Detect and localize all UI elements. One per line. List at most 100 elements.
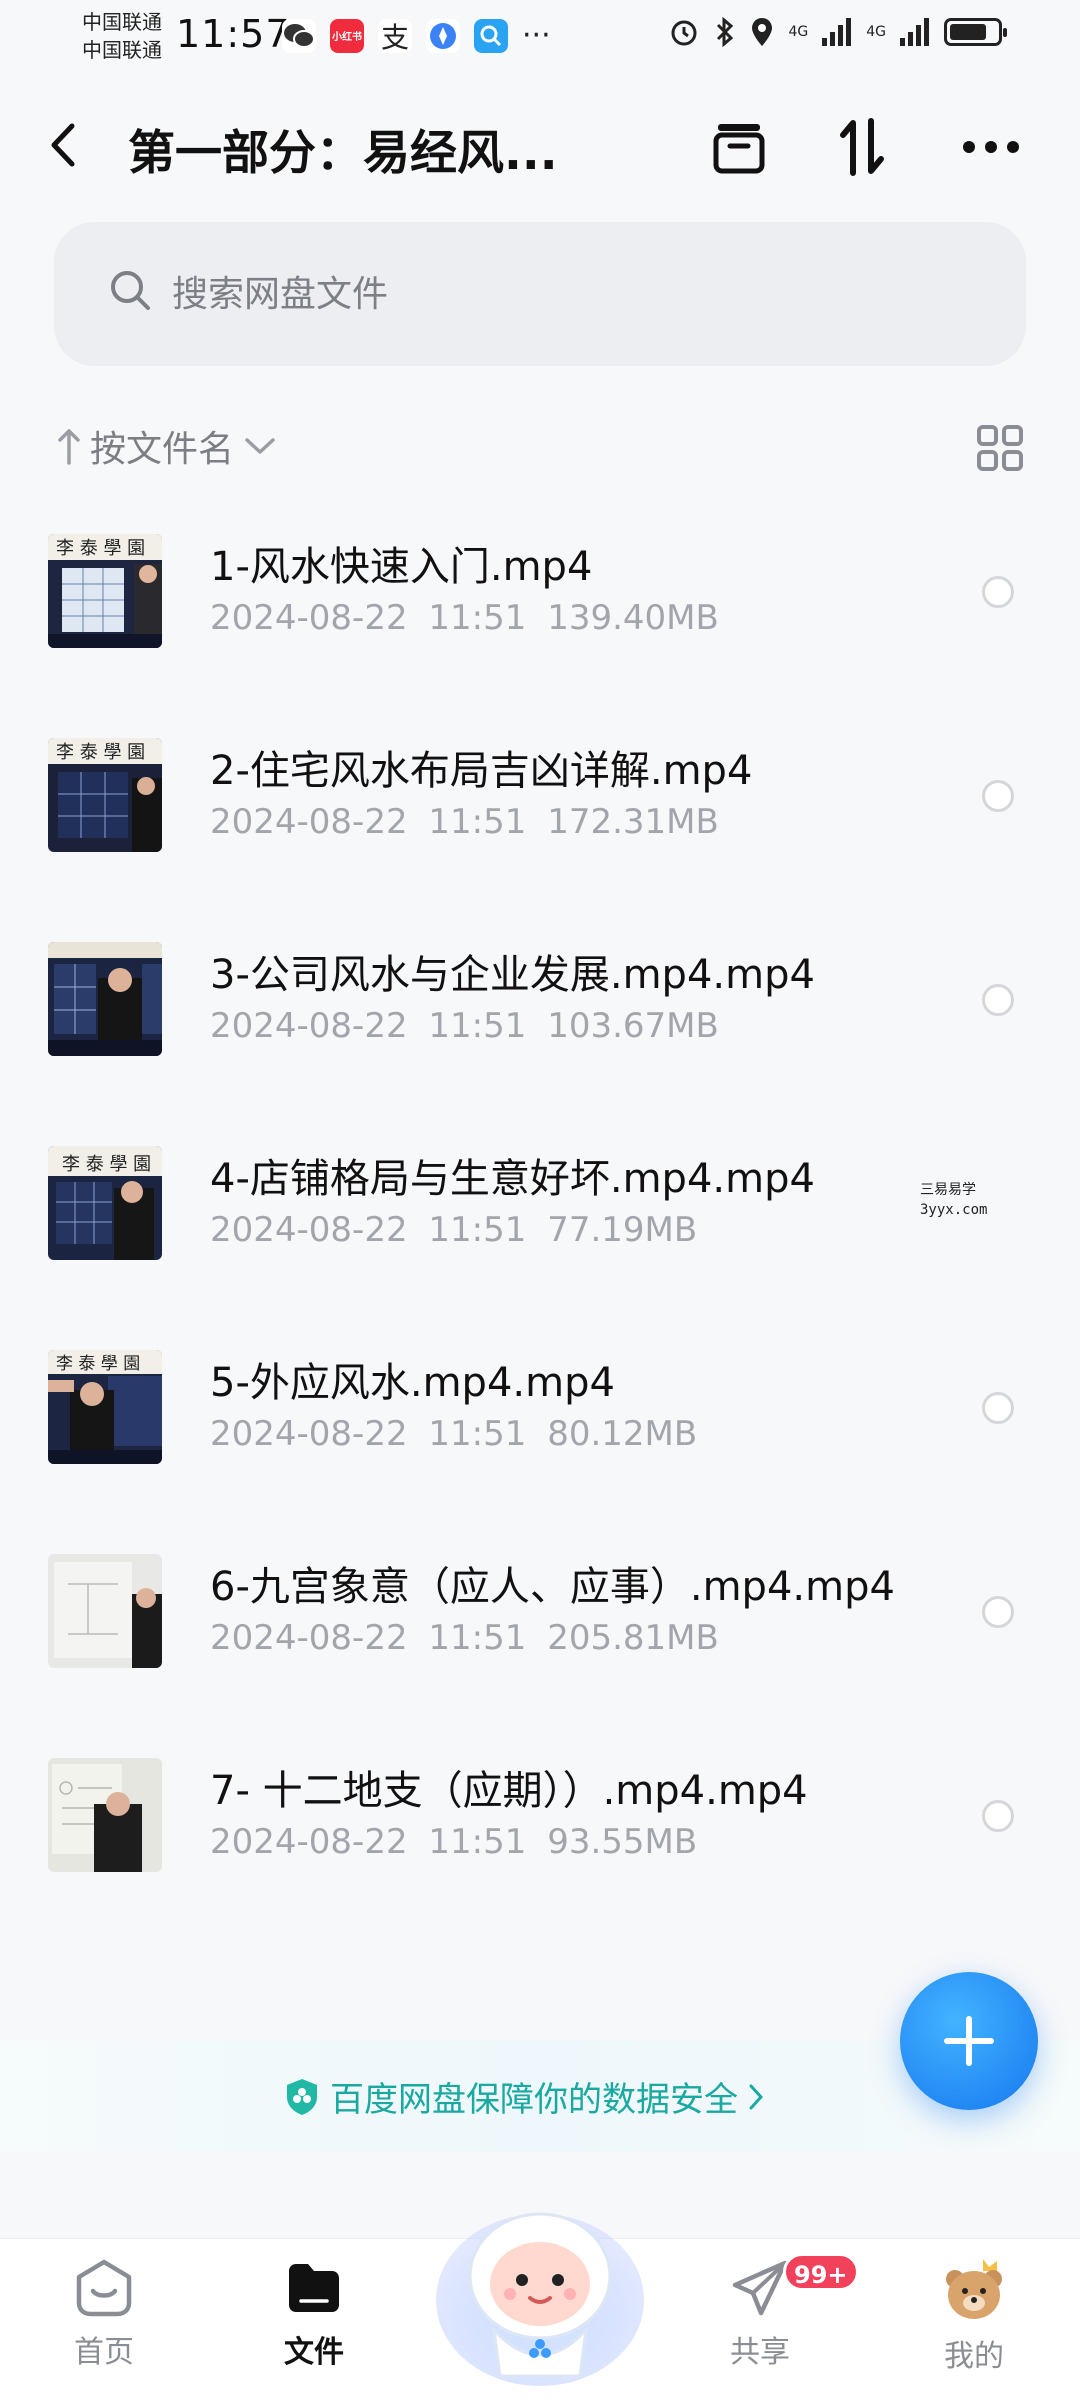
share-icon-wrap: 99+ xyxy=(729,2253,859,2319)
file-date: 2024-08-22 xyxy=(210,1618,408,1658)
system-icons: 4G 4G xyxy=(668,16,1007,48)
file-meta: 2024-08-22 11:51 77.19MB xyxy=(210,1210,697,1250)
file-date: 2024-08-22 xyxy=(210,1822,408,1862)
file-row[interactable]: 6-九宫象意（应人、应事）.mp4.mp4 2024-08-22 11:51 2… xyxy=(0,1510,1080,1714)
file-name: 3-公司风水与企业发展.mp4.mp4 xyxy=(210,952,815,998)
file-name: 2-住宅风水布局吉凶详解.mp4 xyxy=(210,748,753,794)
shield-icon xyxy=(287,2078,317,2115)
file-size: 77.19MB xyxy=(547,1210,698,1250)
file-name: 7- 十二地支（应期））.mp4.mp4 xyxy=(210,1768,808,1814)
select-radio[interactable] xyxy=(982,576,1014,608)
compass-icon xyxy=(426,18,460,53)
svg-text:李 泰 學 園: 李 泰 學 園 xyxy=(56,538,145,559)
file-size: 93.55MB xyxy=(547,1822,698,1862)
file-date: 2024-08-22 xyxy=(210,1414,408,1454)
file-meta: 2024-08-22 11:51 93.55MB xyxy=(210,1822,697,1862)
chevron-down-icon xyxy=(245,438,275,454)
file-size: 172.31MB xyxy=(547,802,719,842)
carrier-names: 中国联通 中国联通 xyxy=(82,8,162,64)
search-bar[interactable] xyxy=(54,222,1026,366)
status-bar: 中国联通 中国联通 11:57 小红书 支 ··· 4G 4G xyxy=(0,0,1080,74)
nav-share[interactable]: 99+ 共享 xyxy=(700,2253,859,2387)
file-name: 4-店铺格局与生意好坏.mp4.mp4 xyxy=(210,1156,815,1202)
file-size: 103.67MB xyxy=(547,1006,719,1046)
sort-label: 按文件名 xyxy=(90,429,235,470)
battery-icon xyxy=(944,18,1007,46)
more-button[interactable] xyxy=(956,112,1026,182)
select-radio[interactable] xyxy=(982,780,1014,812)
select-radio[interactable] xyxy=(982,1596,1014,1628)
folder-icon xyxy=(289,2264,339,2312)
svg-text:李 泰 學 園: 李 泰 學 園 xyxy=(62,1154,151,1175)
more-notifications-icon: ··· xyxy=(522,18,551,53)
file-date: 2024-08-22 xyxy=(210,598,408,638)
file-row[interactable]: 7- 十二地支（应期））.mp4.mp4 2024-08-22 11:51 93… xyxy=(0,1714,1080,1918)
chevron-left-icon xyxy=(51,123,75,167)
top-bar: 第一部分：易经风... xyxy=(0,100,1080,195)
video-thumbnail xyxy=(48,1554,162,1668)
search-app-icon xyxy=(474,18,508,53)
status-time: 11:57 xyxy=(176,12,291,56)
file-time: 11:51 xyxy=(428,598,527,638)
signal-icon xyxy=(900,18,929,46)
file-size: 139.40MB xyxy=(547,598,719,638)
file-meta: 2024-08-22 11:51 80.12MB xyxy=(210,1414,697,1454)
signal-icon xyxy=(822,18,852,46)
video-thumbnail: 李 泰 學 園 xyxy=(48,1146,162,1260)
file-row[interactable]: 李 泰 學 園 4-店铺格局与生意好坏.mp4.mp4 2024-08-22 1… xyxy=(0,1102,1080,1306)
mascot-icon xyxy=(436,2212,644,2386)
search-icon xyxy=(111,271,150,310)
xiaohongshu-icon: 小红书 xyxy=(330,18,364,53)
file-date: 2024-08-22 xyxy=(210,1006,408,1046)
file-time: 11:51 xyxy=(428,1618,527,1658)
file-date: 2024-08-22 xyxy=(210,1210,408,1250)
video-thumbnail xyxy=(48,942,162,1056)
box-icon xyxy=(713,124,765,174)
select-radio[interactable] xyxy=(982,1800,1014,1832)
file-row[interactable]: 李 泰 學 園 2-住宅风水布局吉凶详解.mp4 2024-08-22 11:5… xyxy=(0,694,1080,898)
ai-assistant-button[interactable] xyxy=(430,2180,650,2390)
file-size: 205.81MB xyxy=(547,1618,719,1658)
arrow-up-icon xyxy=(58,429,80,465)
paper-plane-icon xyxy=(732,2260,788,2316)
svg-text:李 泰 學 園: 李 泰 學 園 xyxy=(56,1354,140,1374)
select-radio[interactable] xyxy=(982,984,1014,1016)
wechat-icon xyxy=(282,18,316,53)
video-thumbnail: 李 泰 學 園 xyxy=(48,738,162,852)
transfer-list-button[interactable] xyxy=(704,112,774,182)
select-radio[interactable] xyxy=(982,1392,1014,1424)
file-size: 80.12MB xyxy=(547,1414,698,1454)
sort-selector[interactable]: 按文件名 xyxy=(58,420,276,472)
bear-avatar-icon xyxy=(946,2259,1002,2319)
file-meta: 2024-08-22 11:51 103.67MB xyxy=(210,1006,719,1046)
nav-mine[interactable]: 我的 xyxy=(914,2257,1034,2387)
file-name: 1-风水快速入门.mp4 xyxy=(210,544,593,590)
file-name: 5-外应风水.mp4.mp4 xyxy=(210,1360,615,1406)
file-row[interactable]: 李 泰 學 園 5-外应风水.mp4.mp4 2024-08-22 11:51 … xyxy=(0,1306,1080,1510)
nav-files[interactable]: 文件 xyxy=(254,2257,374,2387)
home-icon xyxy=(76,2259,132,2317)
bluetooth-icon xyxy=(717,16,734,48)
video-thumbnail: 李 泰 學 園 xyxy=(48,534,162,648)
file-time: 11:51 xyxy=(428,1414,527,1454)
network-type-2: 4G xyxy=(866,24,886,40)
file-meta: 2024-08-22 11:51 205.81MB xyxy=(210,1618,719,1658)
grid-view-button[interactable] xyxy=(976,424,1026,474)
add-button[interactable] xyxy=(900,1972,1038,2110)
file-meta: 2024-08-22 11:51 139.40MB xyxy=(210,598,719,638)
video-thumbnail xyxy=(48,1758,162,1872)
file-row[interactable]: 3-公司风水与企业发展.mp4.mp4 2024-08-22 11:51 103… xyxy=(0,898,1080,1102)
watermark: 三易易学 3yyx.com xyxy=(920,1180,987,1220)
file-row[interactable]: 李 泰 學 園 1-风水快速入门.mp4 2024-08-22 11:51 13… xyxy=(0,490,1080,694)
search-input[interactable] xyxy=(172,262,952,326)
chevron-right-icon xyxy=(749,2084,764,2109)
back-button[interactable] xyxy=(48,120,96,176)
sort-order-button[interactable] xyxy=(828,112,898,182)
file-date: 2024-08-22 xyxy=(210,802,408,842)
network-type-1: 4G xyxy=(788,24,809,40)
nav-share-label: 共享 xyxy=(730,2335,790,2370)
grid-view-icon xyxy=(977,425,1023,471)
alipay-icon: 支 xyxy=(378,18,412,54)
carrier-2: 中国联通 xyxy=(82,38,162,62)
nav-home[interactable]: 首页 xyxy=(44,2257,164,2387)
